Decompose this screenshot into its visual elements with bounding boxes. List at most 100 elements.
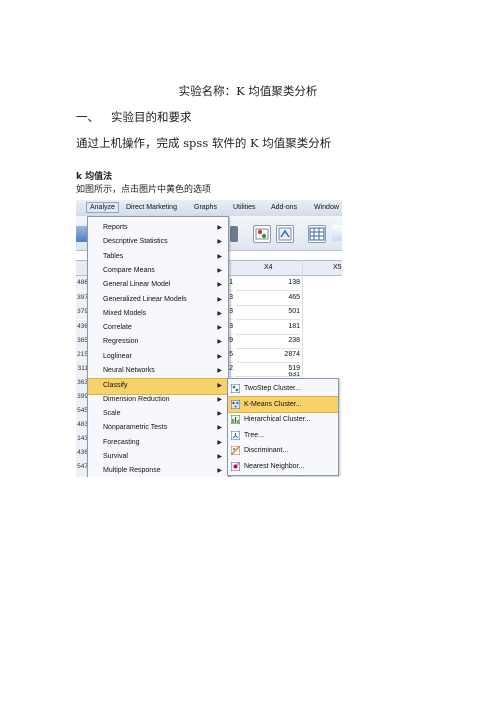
table-cell[interactable]: 181: [236, 320, 300, 335]
submenu-arrow-icon: ▶: [217, 239, 222, 246]
body-paragraph: 通过上机操作，完成 spss 软件的 K 均值聚类分析: [76, 136, 332, 150]
submenu-arrow-icon: ▶: [217, 453, 222, 460]
submenu-item-nearest-neighbor[interactable]: Nearest Neighbor...: [228, 459, 338, 474]
submenu-arrow-icon: ▶: [217, 296, 222, 303]
menu-item-dimension-reduction[interactable]: Dimension Reduction ▶: [88, 393, 228, 407]
menu-analyze[interactable]: Analyze: [86, 202, 119, 213]
submenu-arrow-icon: ▶: [217, 396, 222, 403]
submenu-item-twostep-cluster[interactable]: TwoStep Cluster...: [228, 381, 338, 396]
menu-item-label: Classify: [103, 382, 128, 390]
submenu-arrow-icon: ▶: [217, 439, 222, 446]
menu-item-loglinear[interactable]: Loglinear ▶: [88, 350, 228, 364]
table-cell[interactable]: 2874: [236, 348, 300, 363]
menu-item-label: Dimension Reduction: [103, 395, 170, 403]
submenu-item-hierarchical-cluster[interactable]: Hierarchical Cluster...: [228, 412, 338, 427]
table-cell[interactable]: 501: [236, 305, 300, 320]
analyze-menu: Reports ▶ Descriptive Statistics ▶ Tables ▶…: [87, 216, 229, 477]
menu-item-neural-networks[interactable]: Neural Networks ▶: [88, 364, 228, 378]
menu-item-multiple-response[interactable]: Multiple Response ▶: [88, 464, 228, 477]
nearest-neighbor-icon: [231, 462, 240, 471]
submenu-arrow-icon: ▶: [217, 267, 222, 274]
figure-caption: 如图所示，点击图片中黄色的选项: [76, 185, 212, 195]
tree-icon: [231, 431, 240, 440]
menu-item-label: Nonparametric Tests: [103, 424, 168, 432]
menu-item-label: Scale: [103, 409, 121, 417]
menu-item-label: Neural Networks: [103, 367, 155, 374]
menu-add-ons[interactable]: Add-ons: [271, 204, 297, 211]
grid-icon[interactable]: [308, 225, 326, 243]
menu-item-label: Generalized Linear Models: [103, 295, 187, 303]
submenu-arrow-icon: ▶: [217, 425, 222, 432]
submenu-item-label: TwoStep Cluster...: [244, 385, 301, 392]
kmeans-cluster-icon: [231, 400, 240, 409]
twostep-cluster-icon: [231, 384, 240, 393]
submenu-arrow-icon: ▶: [217, 383, 222, 390]
table-cell[interactable]: 238: [236, 334, 300, 349]
column-header-x4[interactable]: X4: [264, 264, 273, 271]
menu-item-mixed-models[interactable]: Mixed Models ▶: [88, 307, 228, 321]
submenu-arrow-icon: ▶: [217, 468, 222, 475]
section-number: 一、: [76, 110, 99, 124]
table-cell[interactable]: 465: [236, 291, 300, 306]
classify-submenu: TwoStep Cluster... K-Means Cluster... Hi…: [227, 378, 339, 476]
submenu-item-label: Tree...: [244, 432, 264, 439]
menubar: Analyze Direct Marketing Graphs Utilitie…: [76, 200, 342, 217]
column-header-x5[interactable]: X5: [333, 264, 342, 271]
scale-icon[interactable]: [332, 225, 342, 241]
submenu-arrow-icon: ▶: [217, 310, 222, 317]
document-title: 实验名称：K 均值聚类分析: [178, 84, 318, 98]
menu-item-label: Forecasting: [103, 438, 140, 446]
menu-item-label: Survival: [103, 452, 128, 460]
submenu-arrow-icon: ▶: [217, 368, 222, 374]
discriminant-icon: [231, 446, 240, 455]
submenu-arrow-icon: ▶: [217, 353, 222, 360]
menu-item-regression[interactable]: Regression ▶: [88, 335, 228, 349]
menu-item-tables[interactable]: Tables ▶: [88, 250, 228, 264]
hierarchical-cluster-icon: [231, 415, 240, 424]
menu-graphs[interactable]: Graphs: [194, 204, 217, 211]
menu-item-label: Correlate: [103, 324, 132, 332]
table-cell[interactable]: 138: [236, 276, 300, 291]
menu-item-nonparametric-tests[interactable]: Nonparametric Tests ▶: [88, 421, 228, 435]
menu-item-forecasting[interactable]: Forecasting ▶: [88, 436, 228, 450]
insert-variable-icon[interactable]: [276, 225, 294, 243]
menu-item-general-linear-model[interactable]: General Linear Model ▶: [88, 278, 228, 292]
submenu-arrow-icon: ▶: [217, 339, 222, 346]
menu-item-label: Multiple Response: [103, 467, 161, 475]
menu-item-generalized-linear-models[interactable]: Generalized Linear Models ▶: [88, 293, 228, 307]
menu-item-label: Descriptive Statistics: [103, 238, 168, 246]
submenu-arrow-icon: ▶: [217, 410, 222, 417]
menu-item-correlate[interactable]: Correlate ▶: [88, 321, 228, 335]
menu-item-reports[interactable]: Reports ▶: [88, 221, 228, 235]
menu-item-label: Tables: [103, 252, 124, 260]
spss-screenshot: Analyze Direct Marketing Graphs Utilitie…: [76, 200, 342, 477]
submenu-arrow-icon: ▶: [217, 253, 222, 260]
menu-item-compare-means[interactable]: Compare Means ▶: [88, 264, 228, 278]
toolbar-separator-icon: [230, 226, 238, 242]
menu-item-label: Mixed Models: [103, 309, 147, 317]
menu-direct-marketing[interactable]: Direct Marketing: [126, 204, 177, 211]
menu-item-label: Reports: [103, 224, 128, 231]
menu-item-label: Compare Means: [103, 266, 155, 274]
submenu-arrow-icon: ▶: [217, 225, 222, 231]
section-heading: 一、 实验目的和要求: [76, 109, 192, 125]
menu-item-survival[interactable]: Survival ▶: [88, 450, 228, 464]
submenu-item-kmeans-cluster[interactable]: K-Means Cluster...: [228, 396, 338, 413]
submenu-item-discriminant[interactable]: Discriminant...: [228, 443, 338, 458]
submenu-arrow-icon: ▶: [217, 325, 222, 332]
menu-item-label: Regression: [103, 338, 139, 346]
submenu-item-label: Nearest Neighbor...: [244, 463, 305, 470]
menu-item-descriptive-statistics[interactable]: Descriptive Statistics ▶: [88, 235, 228, 249]
menu-item-scale[interactable]: Scale ▶: [88, 407, 228, 421]
menu-item-label: General Linear Model: [103, 281, 171, 289]
menu-window[interactable]: Window: [314, 204, 339, 211]
submenu-item-label: K-Means Cluster...: [244, 401, 302, 408]
submenu-item-label: Discriminant...: [244, 447, 289, 454]
submenu-item-tree[interactable]: Tree...: [228, 428, 338, 443]
section-heading-text: 实验目的和要求: [111, 110, 192, 124]
submenu-arrow-icon: ▶: [217, 282, 222, 289]
submenu-item-label: Hierarchical Cluster...: [244, 416, 311, 423]
menu-item-label: Loglinear: [103, 352, 132, 360]
menu-utilities[interactable]: Utilities: [233, 204, 256, 211]
insert-cases-icon[interactable]: [253, 225, 271, 243]
